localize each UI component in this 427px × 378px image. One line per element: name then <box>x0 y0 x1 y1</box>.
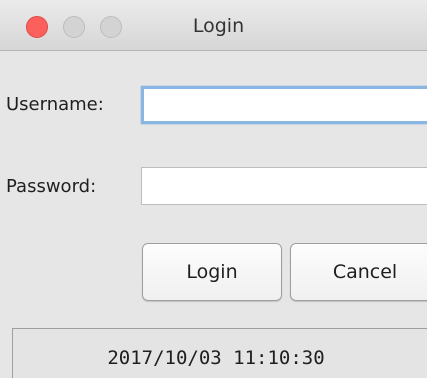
login-form: Username: Password: Login Cancel 2017/10… <box>0 51 427 378</box>
cancel-button[interactable]: Cancel <box>290 243 427 301</box>
login-button[interactable]: Login <box>142 243 282 301</box>
username-field[interactable] <box>141 86 427 124</box>
password-label: Password: <box>6 176 97 197</box>
password-field[interactable] <box>141 167 427 205</box>
status-timestamp: 2017/10/03 11:10:30 <box>107 347 325 369</box>
title-bar[interactable]: Login <box>0 0 427 51</box>
status-bar: 2017/10/03 11:10:30 <box>12 328 427 378</box>
username-label: Username: <box>6 94 104 115</box>
login-window: Login Username: Password: Login Cancel 2… <box>0 0 427 378</box>
window-title: Login <box>192 15 245 37</box>
